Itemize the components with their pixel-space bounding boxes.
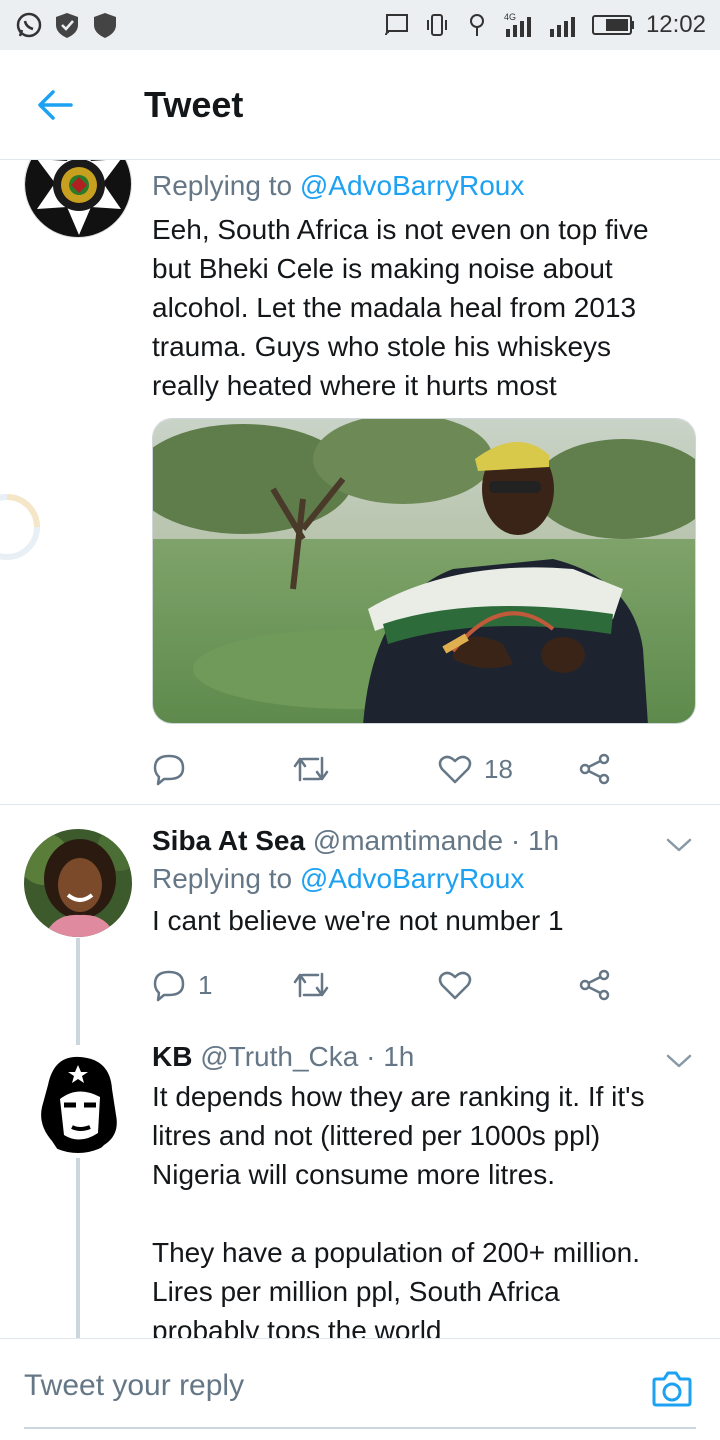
tweet-meta: Siba At Sea @mamtimande · 1h bbox=[152, 825, 696, 857]
tweet-meta: KB @Truth_Cka · 1h bbox=[152, 1041, 696, 1073]
clock: 12:02 bbox=[645, 11, 706, 38]
tweet-actions: 1 bbox=[152, 960, 622, 1010]
reply-composer: Tweet your reply bbox=[0, 1338, 720, 1440]
username[interactable]: @mamtimande bbox=[313, 825, 503, 856]
whatsapp-icon bbox=[14, 10, 44, 40]
shield-check-icon bbox=[52, 10, 82, 40]
comment-icon bbox=[153, 754, 185, 786]
retweet-button[interactable] bbox=[292, 744, 330, 794]
like-button[interactable]: 18 bbox=[438, 744, 513, 794]
tweet[interactable]: Siba At Sea @mamtimande · 1h Replying to… bbox=[0, 805, 720, 1025]
camera-icon[interactable] bbox=[650, 1367, 694, 1411]
replying-handle-link[interactable]: @AdvoBarryRoux bbox=[300, 863, 525, 894]
vibrate-icon bbox=[422, 10, 452, 40]
cast-icon bbox=[382, 10, 412, 40]
signal-icon bbox=[546, 10, 580, 40]
tweet-text: Eeh, South Africa is not even on top fiv… bbox=[152, 214, 649, 401]
svg-text:4G: 4G bbox=[504, 12, 516, 22]
retweet-icon bbox=[293, 756, 329, 782]
replying-to: Replying to @AdvoBarryRoux bbox=[152, 170, 525, 201]
replying-to: Replying to @AdvoBarryRoux bbox=[152, 863, 525, 894]
battery-icon bbox=[590, 10, 636, 40]
tweet[interactable]: KB @Truth_Cka · 1h It depends how they a… bbox=[0, 1025, 720, 1338]
page-title: Tweet bbox=[144, 83, 244, 125]
timestamp: · 1h bbox=[510, 825, 560, 856]
username[interactable]: @Truth_Cka bbox=[200, 1041, 358, 1072]
thread-connector bbox=[76, 1158, 80, 1338]
arrow-left-icon bbox=[38, 89, 73, 120]
reply-input[interactable]: Tweet your reply bbox=[24, 1369, 244, 1403]
location-icon bbox=[462, 10, 492, 40]
tweet[interactable]: Replying to @AdvoBarryRoux Eeh, South Af… bbox=[0, 160, 720, 804]
timestamp: · 1h bbox=[366, 1041, 415, 1072]
input-underline bbox=[24, 1427, 696, 1429]
tweet-actions: 18 bbox=[152, 744, 622, 794]
share-icon bbox=[579, 969, 610, 1001]
share-button[interactable] bbox=[578, 744, 612, 794]
top-app-bar: Tweet bbox=[0, 50, 720, 160]
shield-icon bbox=[90, 10, 120, 40]
back-button[interactable] bbox=[0, 50, 110, 160]
like-count: 18 bbox=[484, 753, 513, 784]
reply-button[interactable] bbox=[152, 744, 186, 794]
avatar[interactable] bbox=[24, 829, 132, 937]
tweet-photo[interactable] bbox=[152, 418, 696, 724]
avatar[interactable] bbox=[24, 160, 132, 238]
signal-4g-icon: 4G bbox=[502, 10, 536, 40]
chevron-down-icon[interactable] bbox=[664, 1051, 694, 1071]
tweet-text: I cant believe we're not number 1 bbox=[152, 905, 564, 936]
reply-button[interactable]: 1 bbox=[152, 960, 212, 1010]
retweet-icon bbox=[293, 972, 329, 998]
like-button[interactable] bbox=[438, 960, 472, 1010]
display-name[interactable]: Siba At Sea bbox=[152, 825, 305, 856]
comment-icon bbox=[153, 970, 185, 1002]
tweet-thread[interactable]: Replying to @AdvoBarryRoux Eeh, South Af… bbox=[0, 160, 720, 1338]
status-bar: 4G 12:02 bbox=[0, 0, 720, 50]
display-name[interactable]: KB bbox=[152, 1041, 192, 1072]
chevron-down-icon[interactable] bbox=[664, 835, 694, 855]
avatar[interactable] bbox=[24, 1045, 132, 1153]
share-icon bbox=[579, 753, 610, 785]
retweet-button[interactable] bbox=[292, 960, 330, 1010]
heart-icon bbox=[438, 755, 472, 784]
heart-icon bbox=[438, 971, 472, 1000]
tweet-text: It depends how they are ranking it. If i… bbox=[152, 1081, 645, 1338]
replying-handle-link[interactable]: @AdvoBarryRoux bbox=[300, 170, 525, 201]
share-button[interactable] bbox=[578, 960, 612, 1010]
reply-count: 1 bbox=[198, 969, 213, 1000]
